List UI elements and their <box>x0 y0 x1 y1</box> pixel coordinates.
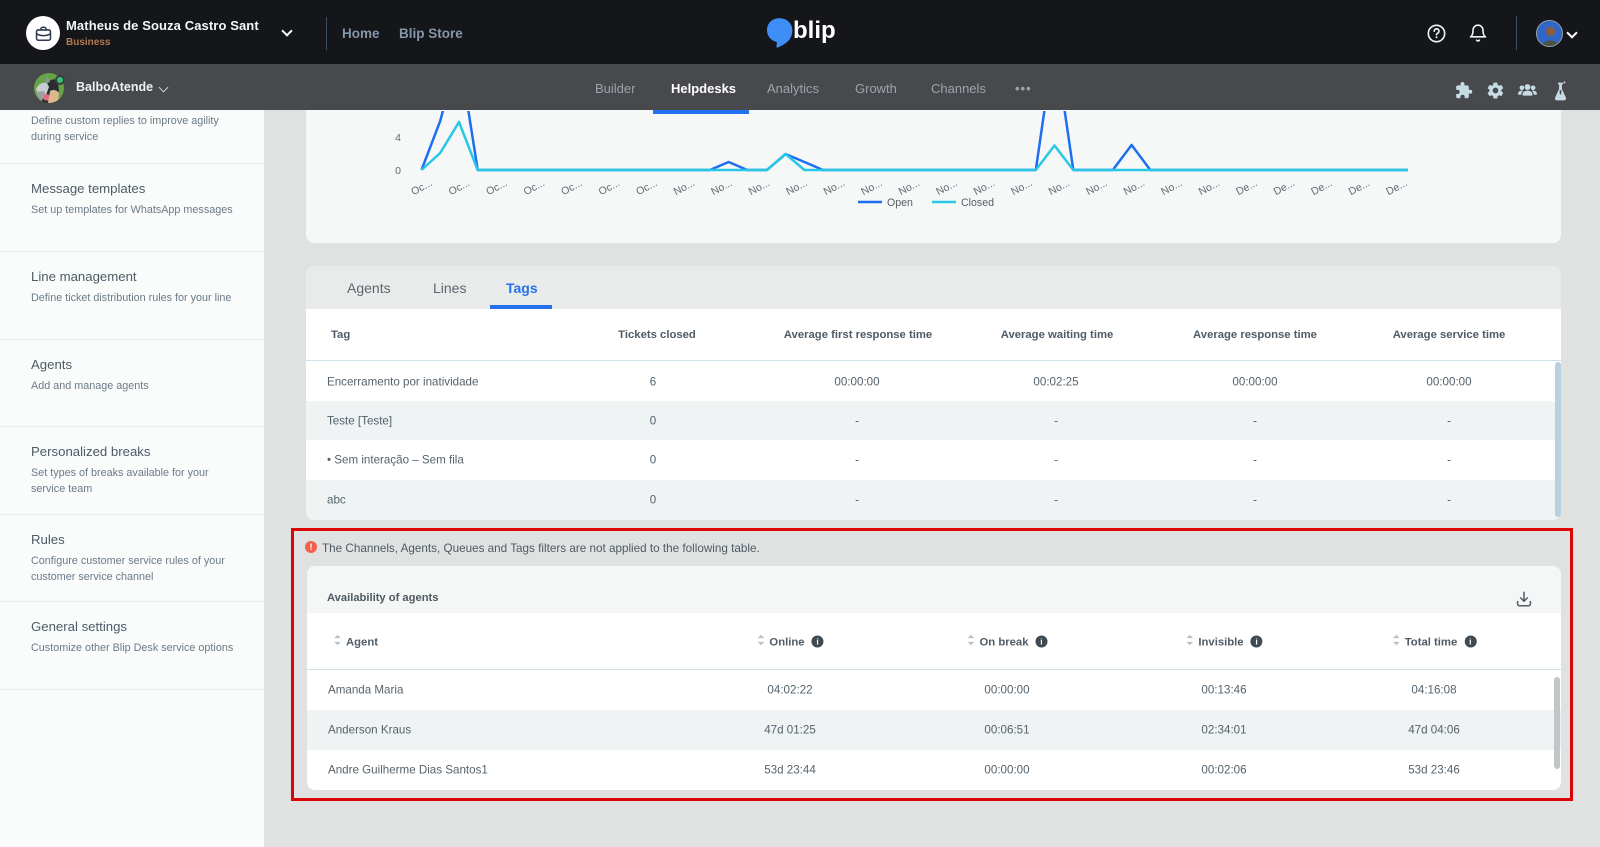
svg-text:4: 4 <box>395 132 401 144</box>
svg-text:No...: No... <box>1197 177 1222 198</box>
svg-text:Oc...: Oc... <box>634 177 659 198</box>
svg-text:No...: No... <box>784 177 809 198</box>
svg-text:No...: No... <box>1084 177 1109 198</box>
svg-text:Oc...: Oc... <box>409 177 434 198</box>
svg-text:Open: Open <box>887 197 913 209</box>
svg-text:0: 0 <box>395 165 401 177</box>
svg-text:Oc...: Oc... <box>559 177 584 198</box>
svg-text:De...: De... <box>1347 177 1372 198</box>
svg-text:De...: De... <box>1272 177 1297 198</box>
svg-text:Oc...: Oc... <box>447 177 472 198</box>
svg-text:No...: No... <box>747 177 772 198</box>
svg-text:No...: No... <box>672 177 697 198</box>
svg-text:No...: No... <box>1159 177 1184 198</box>
svg-text:Oc...: Oc... <box>484 177 509 198</box>
svg-text:No...: No... <box>822 177 847 198</box>
svg-text:No...: No... <box>897 177 922 198</box>
svg-text:Closed: Closed <box>961 197 994 209</box>
svg-text:Oc...: Oc... <box>597 177 622 198</box>
svg-text:De...: De... <box>1309 177 1334 198</box>
svg-text:No...: No... <box>972 177 997 198</box>
svg-text:De...: De... <box>1384 177 1409 198</box>
svg-text:No...: No... <box>1047 177 1072 198</box>
svg-text:No...: No... <box>1122 177 1147 198</box>
svg-text:Oc...: Oc... <box>522 177 547 198</box>
svg-text:No...: No... <box>1009 177 1034 198</box>
svg-text:No...: No... <box>934 177 959 198</box>
svg-text:De...: De... <box>1234 177 1259 198</box>
svg-text:No...: No... <box>709 177 734 198</box>
svg-text:No...: No... <box>859 177 884 198</box>
